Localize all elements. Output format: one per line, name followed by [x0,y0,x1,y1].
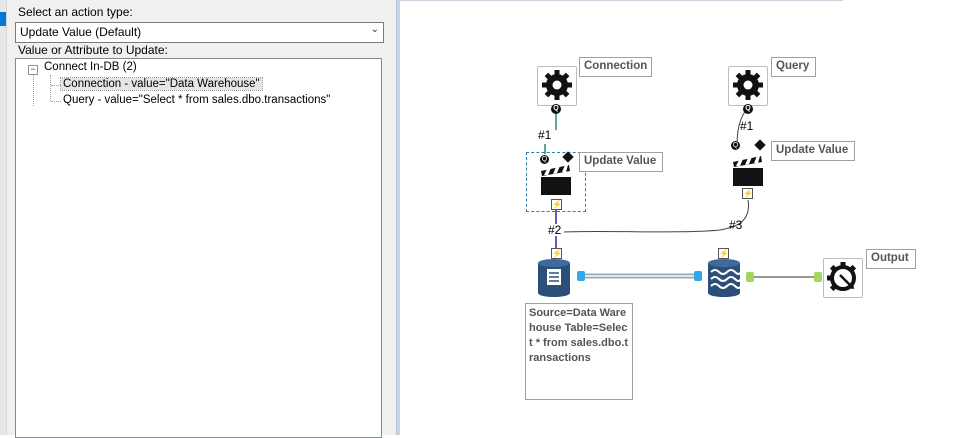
lightning-anchor-icon[interactable]: ⚡ [551,199,562,210]
configuration-panel: Select an action type: Update Value (Def… [0,0,396,438]
question-anchor-icon[interactable]: Q [731,141,740,150]
data-stream-out-tool[interactable] [705,258,743,298]
connection-label: #1 [740,119,754,133]
tree-root-connect-in-db[interactable]: Connect In-DB (2) [42,61,139,73]
input-anchor[interactable] [694,271,702,281]
workflow-canvas[interactable] [400,0,963,435]
value-attribute-tree[interactable]: − Connect In-DB (2) Connection - value="… [15,58,382,438]
data-stream-icon [708,259,742,297]
connection-label: #3 [729,218,743,232]
clapperboard-icon [733,156,763,186]
clapperboard-icon [541,165,571,195]
gear-icon [542,70,572,100]
tree-guide-line [50,75,51,101]
annotation-output: Output [866,249,916,269]
output-anchor[interactable] [746,272,754,282]
chevron-down-icon[interactable]: ⌄ [371,24,379,35]
tree-item-query[interactable]: Query - value="Select * from sales.dbo.t… [61,94,332,106]
connect-in-db-tool[interactable] [535,258,573,298]
tree-item-connection[interactable]: Connection - value="Data Warehouse" [60,77,263,91]
action-type-value: Update Value (Default) [20,25,142,39]
lightning-anchor-icon[interactable]: ⚡ [742,188,753,199]
query-interface-tool[interactable] [728,66,768,106]
panel-edge [0,0,7,435]
connection-label: #1 [538,128,552,142]
annotation-query: Query [771,57,816,77]
action-type-select[interactable]: Update Value (Default) ⌄ [15,22,384,43]
macro-output-tool[interactable] [823,258,863,298]
annotation-connection: Connection [579,57,652,77]
annotation-update-value-2: Update Value [771,141,855,161]
tree-guide-line [51,85,61,86]
connection-label: #2 [548,223,562,237]
question-anchor-icon[interactable]: Q [540,155,549,164]
tree-guide-line [33,74,34,106]
panel-edge-marker [0,12,6,26]
question-anchor-icon[interactable]: Q [551,104,561,114]
annotation-update-value-1: Update Value [579,152,663,172]
tree-guide-line [51,101,61,102]
input-anchor[interactable] [814,272,822,282]
question-anchor-icon[interactable]: Q [743,104,753,114]
value-attribute-label: Value or Attribute to Update: [18,43,168,57]
output-anchor[interactable] [577,271,585,281]
action-type-label: Select an action type: [18,5,133,19]
update-value-tool-1[interactable] [538,163,574,199]
gear-arrow-icon [827,262,857,292]
update-value-tool-2[interactable] [730,154,766,190]
gear-icon [733,70,763,100]
connect-in-db-annotation: Source=Data Warehouse Table=Select * fro… [525,303,633,400]
database-icon [538,259,570,297]
canvas-top-border [400,0,843,1]
diamond-anchor-icon[interactable] [562,151,574,163]
connection-interface-tool[interactable] [537,66,577,106]
